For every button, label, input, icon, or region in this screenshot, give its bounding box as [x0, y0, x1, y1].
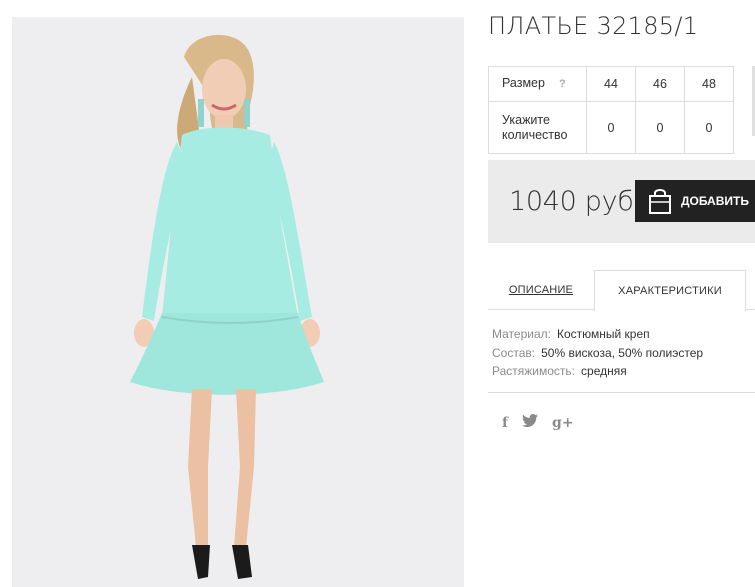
size-44[interactable]: 44 — [586, 66, 636, 102]
property-key: Материал: — [492, 327, 551, 341]
property-stretch: Растяжимость: средняя — [492, 362, 703, 381]
size-48[interactable]: 48 — [684, 66, 734, 102]
size-table: Размер? 44 46 48 Укажите количество 0 0 … — [488, 66, 734, 154]
property-composition: Состав: 50% вискоза, 50% полиэстер — [492, 344, 703, 363]
quantity-row: Укажите количество 0 0 0 — [488, 101, 734, 154]
add-to-cart-button[interactable]: ДОБАВИТЬ — [635, 180, 755, 222]
tab-characteristics[interactable]: ХАРАКТЕРИСТИКИ — [594, 270, 746, 311]
price: 1040 руб — [509, 186, 634, 217]
property-key: Состав: — [492, 345, 536, 360]
properties-list: Материал: Костюмный креп Состав: 50% виско… — [492, 325, 703, 381]
property-value: 50% вискоза, 50% полиэстер — [541, 345, 704, 360]
google-plus-icon[interactable]: g+ — [552, 415, 574, 431]
facebook-icon[interactable]: f — [502, 415, 508, 431]
property-material: Материал: Костюмный креп — [492, 325, 703, 344]
property-value: средняя — [581, 364, 627, 378]
product-tabs: ОПИСАНИЕ ХАРАКТЕРИСТИКИ — [488, 270, 755, 311]
quantity-input-44[interactable]: 0 — [586, 101, 636, 154]
help-icon[interactable]: ? — [559, 78, 566, 90]
add-to-cart-label: ДОБАВИТЬ — [681, 194, 749, 208]
property-key: Растяжимость: — [492, 364, 576, 378]
price-panel: 1040 руб ДОБАВИТЬ — [488, 160, 755, 243]
tab-description[interactable]: ОПИСАНИЕ — [488, 270, 594, 310]
size-label-cell: Размер? — [488, 66, 587, 102]
quantity-input-48[interactable]: 0 — [684, 101, 734, 154]
social-share: f g+ — [502, 414, 574, 431]
product-photo[interactable] — [12, 17, 464, 587]
product-title: ПЛАТЬЕ 32185/1 — [488, 12, 699, 40]
quantity-label: Укажите количество — [488, 101, 587, 154]
size-46[interactable]: 46 — [635, 66, 685, 102]
size-label: Размер — [502, 76, 545, 90]
twitter-icon[interactable] — [522, 414, 539, 431]
dress-model-image — [12, 17, 464, 587]
quantity-input-46[interactable]: 0 — [635, 101, 685, 154]
property-value: Костюмный креп — [556, 327, 650, 341]
size-row: Размер? 44 46 48 — [488, 66, 734, 102]
shopping-bag-icon — [647, 187, 673, 215]
section-divider — [488, 392, 755, 393]
